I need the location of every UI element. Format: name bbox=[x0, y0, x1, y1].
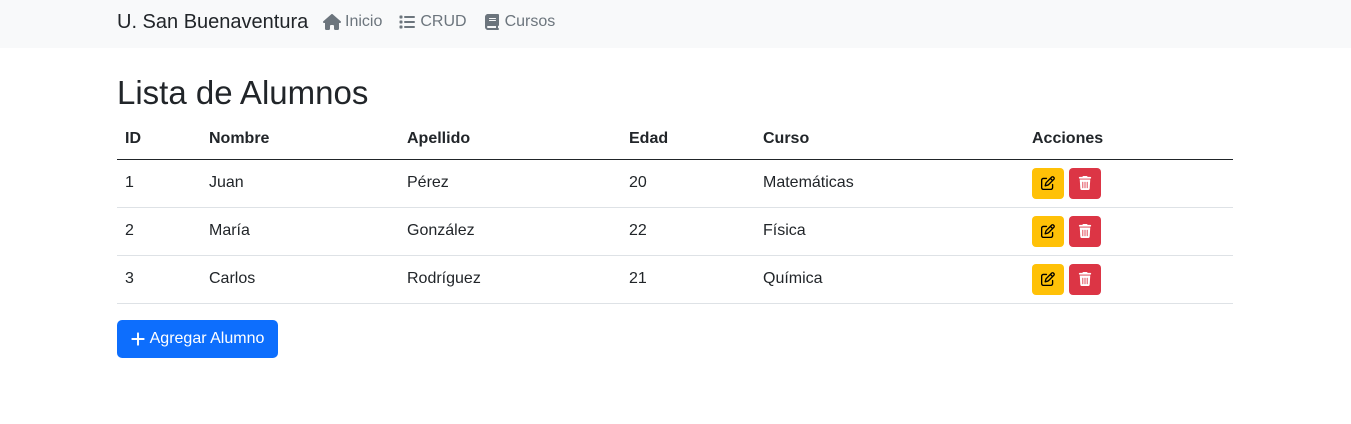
nav-link-inicio[interactable]: Inicio bbox=[323, 13, 382, 31]
cell-id: 1 bbox=[117, 159, 201, 208]
cell-acciones bbox=[1024, 207, 1233, 256]
table-row: 2 María González 22 Física bbox=[117, 207, 1233, 256]
edit-icon bbox=[1041, 224, 1055, 238]
table-row: 3 Carlos Rodríguez 21 Química bbox=[117, 255, 1233, 304]
nav-link-inicio-label: Inicio bbox=[345, 13, 383, 30]
table-body: 1 Juan Pérez 20 Matemáticas 2 María Gonz… bbox=[117, 159, 1233, 304]
navbar-brand[interactable]: U. San Buenaventura bbox=[117, 11, 308, 34]
cell-nombre: Juan bbox=[201, 159, 399, 208]
cell-edad: 21 bbox=[621, 255, 755, 304]
cell-apellido: Rodríguez bbox=[399, 255, 621, 304]
row-actions bbox=[1032, 215, 1225, 247]
edit-button[interactable] bbox=[1032, 215, 1064, 247]
cell-curso: Matemáticas bbox=[755, 159, 1024, 208]
column-header-apellido: Apellido bbox=[399, 119, 621, 160]
cell-acciones bbox=[1024, 159, 1233, 208]
page-title: Lista de Alumnos bbox=[117, 74, 369, 111]
trash-icon bbox=[1078, 272, 1092, 286]
nav-link-cursos[interactable]: Cursos bbox=[483, 13, 556, 31]
book-icon bbox=[484, 14, 499, 30]
column-header-curso: Curso bbox=[755, 119, 1024, 160]
edit-icon bbox=[1041, 272, 1055, 286]
nav-link-crud-label: CRUD bbox=[420, 13, 467, 30]
cell-apellido: González bbox=[399, 207, 621, 256]
nav-links: Inicio CRUD Cursos bbox=[323, 13, 555, 31]
cell-edad: 20 bbox=[621, 159, 755, 208]
cell-acciones bbox=[1024, 255, 1233, 304]
column-header-id: ID bbox=[117, 119, 201, 160]
edit-icon bbox=[1041, 176, 1055, 190]
table-row: 1 Juan Pérez 20 Matemáticas bbox=[117, 159, 1233, 208]
column-header-nombre: Nombre bbox=[201, 119, 399, 160]
plus-icon bbox=[130, 332, 145, 346]
cell-id: 2 bbox=[117, 207, 201, 256]
cell-curso: Física bbox=[755, 207, 1024, 256]
add-student-label: Agregar Alumno bbox=[149, 330, 265, 347]
cell-id: 3 bbox=[117, 255, 201, 304]
delete-button[interactable] bbox=[1069, 167, 1101, 199]
navbar: U. San Buenaventura Inicio CRUD Cursos bbox=[0, 0, 1351, 48]
add-student-button[interactable]: Agregar Alumno bbox=[117, 320, 278, 358]
cell-edad: 22 bbox=[621, 207, 755, 256]
cell-nombre: Carlos bbox=[201, 255, 399, 304]
delete-button[interactable] bbox=[1069, 263, 1101, 295]
table-header-row: ID Nombre Apellido Edad Curso Acciones bbox=[117, 119, 1233, 160]
row-actions bbox=[1032, 167, 1225, 199]
cell-nombre: María bbox=[201, 207, 399, 256]
students-table: ID Nombre Apellido Edad Curso Acciones 1… bbox=[117, 119, 1233, 304]
cell-apellido: Pérez bbox=[399, 159, 621, 208]
trash-icon bbox=[1078, 176, 1092, 190]
cell-curso: Química bbox=[755, 255, 1024, 304]
nav-link-cursos-label: Cursos bbox=[504, 13, 556, 30]
list-icon bbox=[399, 15, 416, 29]
row-actions bbox=[1032, 263, 1225, 295]
edit-button[interactable] bbox=[1032, 263, 1064, 295]
delete-button[interactable] bbox=[1069, 215, 1101, 247]
column-header-acciones: Acciones bbox=[1024, 119, 1233, 160]
column-header-edad: Edad bbox=[621, 119, 755, 160]
edit-button[interactable] bbox=[1032, 167, 1064, 199]
table-header: ID Nombre Apellido Edad Curso Acciones bbox=[117, 119, 1233, 160]
trash-icon bbox=[1078, 224, 1092, 238]
home-icon bbox=[323, 14, 341, 30]
nav-link-crud[interactable]: CRUD bbox=[398, 13, 467, 31]
